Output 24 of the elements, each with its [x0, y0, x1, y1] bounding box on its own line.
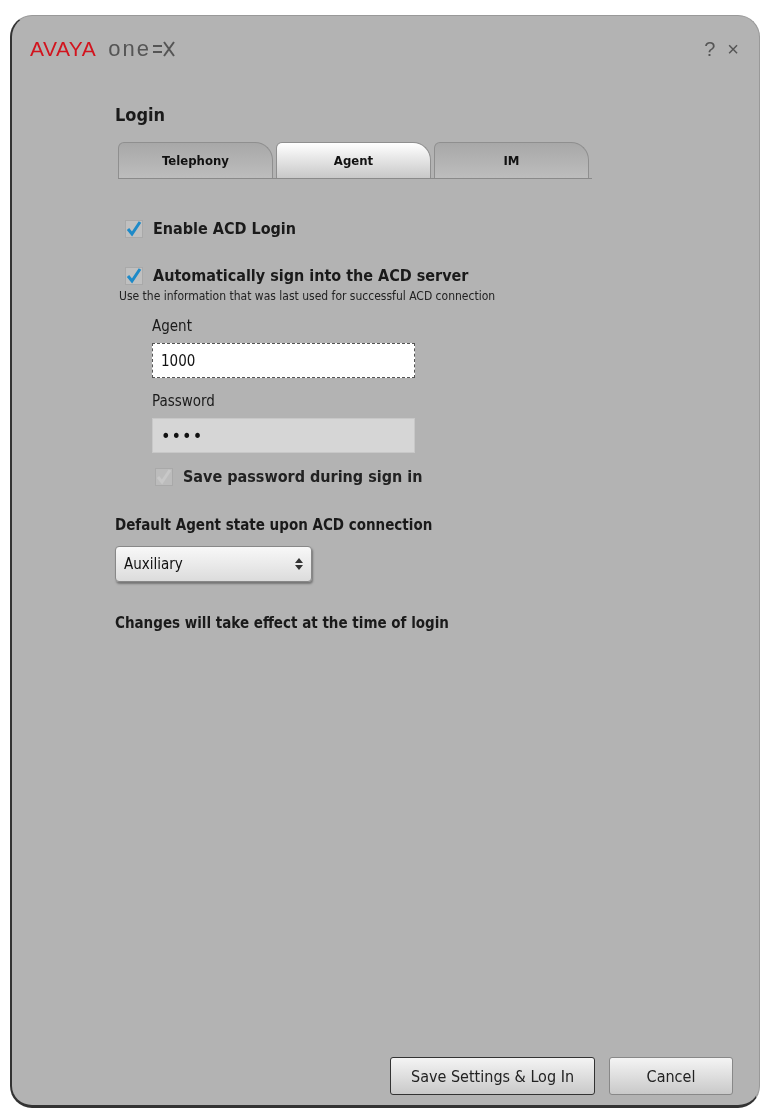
checkbox[interactable] — [125, 266, 143, 285]
tab[interactable]: Agent — [276, 142, 431, 178]
state-dropdown[interactable]: Auxiliary — [115, 546, 312, 582]
checkbox-label: Enable ACD Login — [153, 219, 296, 238]
tab[interactable]: Telephony — [118, 142, 273, 178]
updown-arrows-icon — [295, 557, 303, 571]
x-logo-icon — [152, 40, 177, 58]
field-label: Password — [152, 392, 216, 410]
field-label: Agent — [152, 317, 193, 335]
hint-text: Use the information that was last used for successful ACD connection — [119, 289, 497, 303]
field-label: Default Agent state upon ACD connection — [115, 516, 434, 534]
cancel-button[interactable]: Cancel — [609, 1057, 733, 1095]
tab[interactable]: IM — [434, 142, 589, 178]
info-text: Changes will take effect at the time of login — [115, 614, 450, 632]
section-title: Login — [115, 104, 167, 125]
checkbox-label: Automatically sign into the ACD server — [153, 266, 469, 285]
agent-field[interactable]: 1000 — [152, 343, 415, 378]
checkbox[interactable] — [125, 219, 143, 238]
help-button[interactable]: ? — [698, 37, 722, 61]
close-button[interactable]: × — [721, 37, 745, 61]
product-logo: one — [108, 36, 152, 62]
checkbox-label: Save password during sign in — [183, 467, 423, 486]
brand-logo: AVAYA — [30, 37, 97, 61]
save-login-button[interactable]: Save Settings & Log In — [390, 1057, 595, 1095]
